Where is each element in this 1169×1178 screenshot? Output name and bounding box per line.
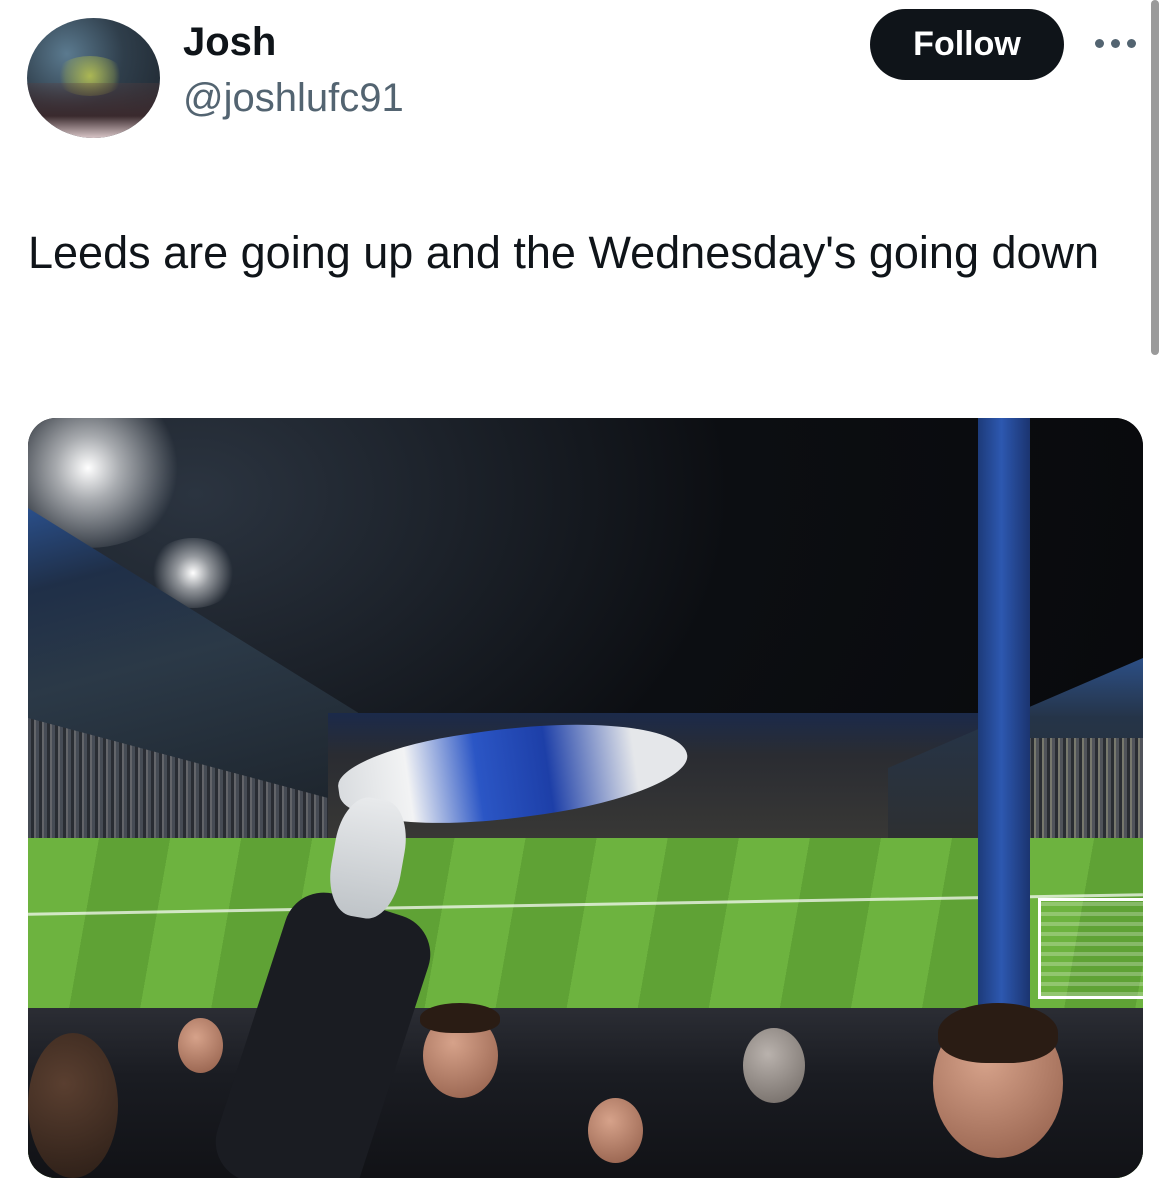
avatar-crowd (27, 83, 160, 138)
more-dot (1111, 39, 1120, 48)
tweet-photo[interactable] (28, 418, 1143, 1178)
fan-hair (938, 1003, 1058, 1063)
follow-button[interactable]: Follow (870, 9, 1064, 80)
author-handle[interactable]: @joshlufc91 (183, 76, 404, 121)
fan-head (28, 1033, 118, 1178)
avatar[interactable] (27, 18, 160, 138)
more-horizontal-icon[interactable] (1095, 39, 1139, 51)
more-dot (1095, 39, 1104, 48)
fan-head (178, 1018, 223, 1073)
goal-net (1038, 898, 1143, 999)
author-name[interactable]: Josh (183, 20, 276, 65)
tweet-text: Leeds are going up and the Wednesday's g… (28, 227, 1100, 278)
fan-head (743, 1028, 805, 1103)
stand-pillar (978, 418, 1030, 1008)
fan-hair (420, 1003, 500, 1033)
scrollbar[interactable] (1151, 0, 1159, 355)
fan-head (588, 1098, 643, 1163)
more-dot (1127, 39, 1136, 48)
